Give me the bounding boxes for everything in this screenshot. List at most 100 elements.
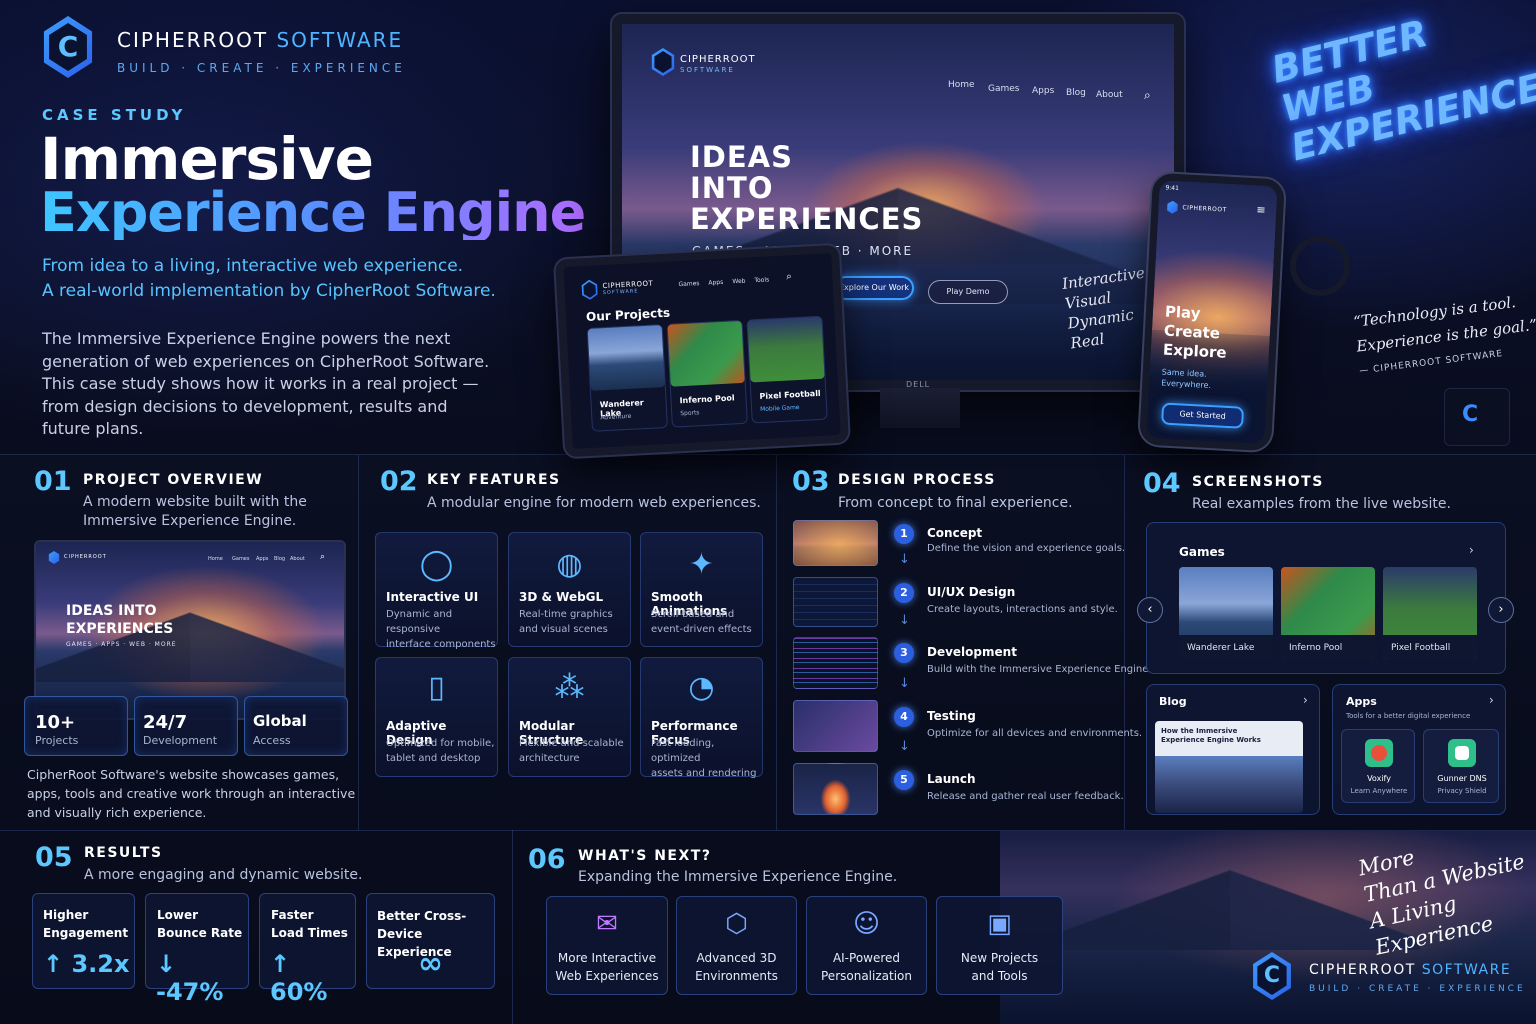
overview-nav-about[interactable]: About bbox=[290, 556, 305, 562]
logo-letter: C bbox=[57, 30, 79, 63]
section-number: 06 bbox=[528, 844, 566, 875]
result-value: ↑ 3.2x bbox=[43, 950, 130, 978]
step-thumbnail-devices bbox=[793, 700, 878, 752]
overview-description: CipherRoot Software's website showcases … bbox=[27, 765, 355, 822]
feature-desc-line: tablet and desktop bbox=[386, 753, 481, 764]
blog-post-card[interactable]: How the Immersive Experience Engine Work… bbox=[1155, 721, 1303, 813]
step-title: UI/UX Design bbox=[927, 585, 1016, 599]
overview-nav-home[interactable]: Home bbox=[208, 556, 223, 562]
search-icon[interactable]: ⌕ bbox=[320, 552, 325, 562]
hero-body-line: This case study shows how it works in a … bbox=[42, 374, 479, 393]
next-label-line: More Interactive bbox=[557, 951, 657, 965]
section-subtitle: A modular engine for modern web experien… bbox=[427, 495, 761, 511]
section-title: SCREENSHOTS bbox=[1192, 474, 1324, 490]
feature-desc: Flexible and scalable architecture bbox=[519, 736, 624, 766]
search-icon[interactable]: ⌕ bbox=[786, 271, 792, 282]
play-demo-button[interactable]: Play Demo bbox=[928, 280, 1008, 304]
nav-games[interactable]: Games bbox=[988, 84, 1019, 94]
hero-body-line: generation of web experiences on CipherR… bbox=[42, 351, 490, 371]
hero-lead-line: From idea to a living, interactive web e… bbox=[42, 256, 464, 276]
step-number: 1 bbox=[894, 524, 914, 544]
nav-about[interactable]: About bbox=[1096, 90, 1123, 100]
gunner-dns-icon-mark bbox=[1455, 746, 1469, 760]
get-started-button[interactable]: Get Started bbox=[1161, 402, 1245, 429]
next-card-interactive-web: ✉ More Interactive Web Experiences bbox=[546, 896, 668, 995]
game-thumbnail[interactable]: Inferno Pool bbox=[1281, 567, 1375, 659]
overview-nav-games[interactable]: Games bbox=[232, 556, 250, 562]
tablet-project-card[interactable]: Wanderer Lake Adventure bbox=[586, 324, 668, 432]
tablet-nav-web[interactable]: Web bbox=[732, 278, 745, 286]
section-subtitle: A more engaging and dynamic website. bbox=[84, 867, 363, 883]
monitor-stand-label: DELL bbox=[906, 380, 931, 389]
overview-headline-line: EXPERIENCES bbox=[66, 621, 174, 637]
menu-icon[interactable]: ≡ bbox=[1256, 203, 1266, 216]
cursor-icon: ◯ bbox=[419, 547, 454, 582]
section-title: WHAT'S NEXT? bbox=[578, 848, 712, 864]
tablet-nav-tools[interactable]: Tools bbox=[754, 276, 769, 284]
nav-apps[interactable]: Apps bbox=[1032, 86, 1054, 96]
app-tile-gunner-dns[interactable]: Gunner DNS Privacy Shield bbox=[1423, 729, 1499, 803]
monitor-headline: IDEAS INTO EXPERIENCES bbox=[690, 142, 923, 235]
monitor-stand bbox=[880, 388, 960, 428]
brand-name-a: CIPHERROOT bbox=[117, 28, 269, 52]
brand-logo[interactable]: C bbox=[40, 16, 96, 78]
hero-title-line1: Immersive bbox=[40, 125, 374, 193]
next-label-line: AI-Powered bbox=[832, 951, 901, 965]
feature-title: 3D & WebGL bbox=[519, 590, 604, 604]
overview-nav-blog[interactable]: Blog bbox=[274, 556, 285, 562]
tablet-logo[interactable] bbox=[580, 279, 599, 300]
monitor-logo[interactable] bbox=[650, 48, 676, 76]
result-label-line: Load Times bbox=[271, 926, 348, 940]
tablet-project-card[interactable]: Pixel Football Mobile Game bbox=[746, 315, 828, 424]
game-name: Pixel Football bbox=[1391, 643, 1451, 653]
chevron-right-icon[interactable]: › bbox=[1489, 693, 1494, 707]
tablet-heading: Our Projects bbox=[585, 305, 671, 325]
carousel-next-button[interactable]: › bbox=[1488, 597, 1514, 623]
result-value: ↑ 60% bbox=[270, 950, 328, 1006]
game-thumbnail[interactable]: Pixel Football bbox=[1383, 567, 1477, 659]
section-number: 01 bbox=[34, 466, 72, 497]
next-card-ai-personalization: ☺ AI-Powered Personalization bbox=[806, 896, 927, 995]
tablet-nav-games[interactable]: Games bbox=[678, 280, 699, 288]
next-label: Advanced 3D Environments bbox=[677, 949, 796, 985]
feature-desc-line: Real-time graphics bbox=[519, 609, 613, 620]
explore-work-button[interactable]: Explore Our Work bbox=[834, 276, 914, 300]
overview-nav-apps[interactable]: Apps bbox=[256, 556, 268, 562]
step-desc: Define the vision and experience goals. bbox=[927, 543, 1126, 554]
phone-logo[interactable] bbox=[1166, 200, 1179, 214]
brand-name-b: SOFTWARE bbox=[276, 28, 404, 52]
carousel-prev-button[interactable]: ‹ bbox=[1137, 597, 1163, 623]
stat-label: Projects bbox=[35, 734, 79, 747]
nav-home[interactable]: Home bbox=[948, 80, 975, 90]
app-tile-voxify[interactable]: Voxify Learn Anywhere bbox=[1341, 729, 1415, 803]
project-tag: Adventure bbox=[600, 412, 632, 422]
result-label-line: Lower bbox=[157, 908, 199, 922]
step-desc: Optimize for all devices and environment… bbox=[927, 728, 1143, 739]
feature-desc-line: Scroll-based and bbox=[651, 609, 735, 620]
tablet-project-card[interactable]: Inferno Pool Sports bbox=[666, 319, 748, 428]
apps-label: Apps bbox=[1346, 695, 1377, 708]
games-panel: Games › Wanderer Lake Inferno Pool Pixel… bbox=[1146, 522, 1506, 674]
chevron-right-icon[interactable]: › bbox=[1303, 693, 1308, 707]
blog-label: Blog bbox=[1159, 695, 1187, 708]
monitor-brand-sub: SOFTWARE bbox=[680, 66, 735, 74]
overview-screen: CIPHERROOT Home Games Apps Blog About ⌕ … bbox=[34, 540, 346, 720]
feature-desc-line: interface components bbox=[386, 639, 496, 650]
result-value: ↓ -47% bbox=[156, 950, 224, 1006]
game-thumbnail[interactable]: Wanderer Lake bbox=[1179, 567, 1273, 659]
phone-headline-line: Explore bbox=[1162, 340, 1228, 362]
phone-headline: Play Create Explore bbox=[1162, 303, 1229, 363]
chevron-right-icon[interactable]: › bbox=[1469, 543, 1474, 557]
tablet-nav-apps[interactable]: Apps bbox=[708, 279, 723, 287]
nav-blog[interactable]: Blog bbox=[1066, 88, 1086, 98]
project-tag: Sports bbox=[680, 409, 700, 418]
footer-logo[interactable]: C bbox=[1250, 952, 1294, 1000]
hero-body-line: The Immersive Experience Engine powers t… bbox=[42, 329, 451, 348]
step-thumbnail-wireframe bbox=[793, 577, 878, 627]
headphones-icon bbox=[1290, 236, 1350, 296]
project-name: Pixel Football bbox=[759, 388, 821, 402]
search-icon[interactable]: ⌕ bbox=[1144, 88, 1151, 103]
result-label: Faster Load Times bbox=[271, 906, 348, 942]
section-subtitle: A modern website built with the Immersiv… bbox=[83, 493, 307, 531]
divider bbox=[1124, 455, 1125, 830]
